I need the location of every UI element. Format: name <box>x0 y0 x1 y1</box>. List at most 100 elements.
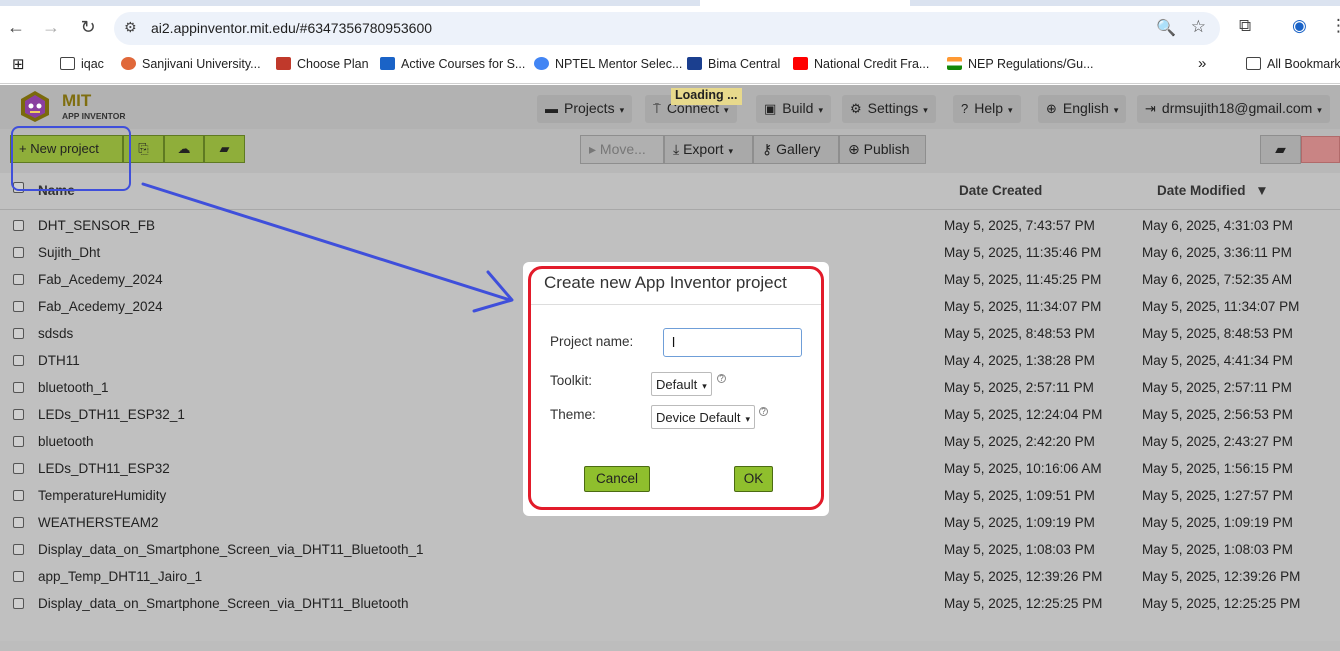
project-name[interactable]: WEATHERSTEAM2 <box>38 515 159 530</box>
date-created: May 5, 2025, 11:35:46 PM <box>944 245 1102 260</box>
m-logo-icon <box>276 57 291 70</box>
project-name[interactable]: Fab_Acedemy_2024 <box>38 299 163 314</box>
date-modified: May 5, 2025, 2:57:11 PM <box>1142 380 1292 395</box>
forward-arrow-icon[interactable]: → <box>38 14 64 40</box>
export-button[interactable]: ⤓ Export ▾ <box>664 135 753 164</box>
bookmark-nep[interactable]: NEP Regulations/Gu... <box>947 57 1094 71</box>
project-name[interactable]: TemperatureHumidity <box>38 488 166 503</box>
project-name[interactable]: Display_data_on_Smartphone_Screen_via_DH… <box>38 596 409 611</box>
date-modified: May 5, 2025, 1:08:03 PM <box>1142 542 1293 557</box>
ok-button[interactable]: OK <box>734 466 773 492</box>
projects-menu[interactable]: ▬ Projects ▾ <box>537 95 633 123</box>
settings-menu[interactable]: ⚙ Settings ▾ <box>842 95 936 123</box>
browser-toolbar: ← → ↻ ⚙ ai2.appinventor.mit.edu/#6347356… <box>0 0 1340 48</box>
globe-icon: ⊕ <box>848 141 864 157</box>
bookmark-star-icon[interactable]: ☆ <box>1191 17 1206 37</box>
date-modified: May 5, 2025, 4:41:34 PM <box>1142 353 1293 368</box>
table-row[interactable]: Display_data_on_Smartphone_Screen_via_DH… <box>0 591 1340 618</box>
header-date-created[interactable]: Date Created <box>959 183 1042 198</box>
bookmark-active-courses[interactable]: Active Courses for S... <box>380 57 525 71</box>
horizontal-scrollbar[interactable] <box>0 641 1340 651</box>
cancel-button[interactable]: Cancel <box>584 466 650 492</box>
extensions-icon[interactable]: ⧉ <box>1239 16 1251 36</box>
row-checkbox[interactable] <box>13 598 24 609</box>
row-checkbox[interactable] <box>13 247 24 258</box>
all-bookmarks[interactable]: All Bookmark <box>1246 57 1340 71</box>
zoom-icon[interactable]: 🔍 <box>1156 18 1176 38</box>
row-checkbox[interactable] <box>13 571 24 582</box>
language-menu[interactable]: ⊕ English ▾ <box>1038 95 1127 123</box>
apps-grid-icon[interactable]: ⊞ <box>12 55 25 73</box>
row-checkbox[interactable] <box>13 382 24 393</box>
bookmark-bima[interactable]: Bima Central <box>687 57 780 71</box>
project-name[interactable]: bluetooth <box>38 434 94 449</box>
projects-icon: ▬ <box>545 101 558 116</box>
browser-menu-icon[interactable]: ⋮ <box>1330 16 1340 36</box>
project-name-input[interactable]: l <box>663 328 802 357</box>
trash-folder-button[interactable]: ▰ <box>1260 135 1301 164</box>
date-created: May 4, 2025, 1:38:28 PM <box>944 353 1095 368</box>
bookmark-sanjivani[interactable]: Sanjivani University... <box>121 57 261 71</box>
back-arrow-icon[interactable]: ← <box>3 14 29 40</box>
more-bookmarks-chevron-icon[interactable]: » <box>1198 55 1206 72</box>
project-name[interactable]: Display_data_on_Smartphone_Screen_via_DH… <box>38 542 424 557</box>
table-row[interactable]: app_Temp_DHT11_Jairo_1 May 5, 2025, 12:39… <box>0 564 1340 591</box>
project-name[interactable]: Fab_Acedemy_2024 <box>38 272 163 287</box>
site-settings-icon[interactable]: ⚙ <box>124 19 137 36</box>
row-checkbox[interactable] <box>13 301 24 312</box>
project-name[interactable]: app_Temp_DHT11_Jairo_1 <box>38 569 202 584</box>
project-name[interactable]: sdsds <box>38 326 73 341</box>
move-button[interactable]: ▸ Move... <box>580 135 664 164</box>
help-menu[interactable]: ? Help ▾ <box>953 95 1021 123</box>
download-project-button[interactable]: ☁ <box>164 135 204 163</box>
row-checkbox[interactable] <box>13 355 24 366</box>
row-checkbox[interactable] <box>13 328 24 339</box>
india-flag-icon <box>947 57 962 70</box>
toolkit-select[interactable]: Default ▾ <box>651 372 712 396</box>
theme-help-icon[interactable]: ? <box>759 407 768 416</box>
url-text[interactable]: ai2.appinventor.mit.edu/#634735678095360… <box>151 20 432 36</box>
mit-app-inventor-logo[interactable]: MIT APP INVENTOR <box>16 89 126 123</box>
header-date-modified[interactable]: Date Modified ▼ <box>1157 183 1269 198</box>
row-checkbox[interactable] <box>13 463 24 474</box>
publish-button[interactable]: ⊕ Publish <box>839 135 926 164</box>
build-icon: ▣ <box>764 101 777 116</box>
row-checkbox[interactable] <box>13 544 24 555</box>
toolkit-help-icon[interactable]: ? <box>717 374 726 383</box>
row-checkbox[interactable] <box>13 274 24 285</box>
project-name[interactable]: Sujith_Dht <box>38 245 100 260</box>
tab-strip <box>0 0 1340 6</box>
trash-folder-icon: ▰ <box>1275 141 1286 157</box>
delete-button[interactable] <box>1301 136 1340 163</box>
row-checkbox[interactable] <box>13 490 24 501</box>
bookmark-nptel[interactable]: NPTEL Mentor Selec... <box>534 57 682 71</box>
project-name[interactable]: DHT_SENSOR_FB <box>38 218 155 233</box>
row-checkbox[interactable] <box>13 436 24 447</box>
account-menu[interactable]: ⇥ drmsujith18@gmail.com ▾ <box>1137 95 1330 123</box>
date-created: May 5, 2025, 1:09:19 PM <box>944 515 1095 530</box>
logo-subtitle: APP INVENTOR <box>62 111 126 121</box>
build-menu[interactable]: ▣ Build ▾ <box>756 95 831 123</box>
bookmark-choose-plan[interactable]: Choose Plan <box>276 57 369 71</box>
project-name[interactable]: bluetooth_1 <box>38 380 109 395</box>
row-checkbox[interactable] <box>13 220 24 231</box>
address-bar[interactable]: ⚙ ai2.appinventor.mit.edu/#6347356780953… <box>114 12 1220 45</box>
row-checkbox[interactable] <box>13 517 24 528</box>
bookmark-national-credit[interactable]: National Credit Fra... <box>793 57 929 71</box>
date-modified: May 6, 2025, 3:36:11 PM <box>1142 245 1292 260</box>
date-modified: May 6, 2025, 7:52:35 AM <box>1142 272 1293 287</box>
profile-icon[interactable]: ◉ <box>1292 16 1307 36</box>
gallery-button[interactable]: ⚷ Gallery <box>753 135 839 164</box>
key-icon: ⚷ <box>762 141 777 157</box>
reload-icon[interactable]: ↻ <box>75 14 101 40</box>
dialog-title: Create new App Inventor project <box>544 273 787 292</box>
project-name[interactable]: LEDs_DTH11_ESP32_1 <box>38 407 185 422</box>
theme-select[interactable]: Device Default ▾ <box>651 405 756 429</box>
project-name[interactable]: DTH11 <box>38 353 80 368</box>
project-name[interactable]: LEDs_DTH11_ESP32 <box>38 461 170 476</box>
table-row[interactable]: DHT_SENSOR_FB May 5, 2025, 7:43:57 PM May … <box>0 213 1340 240</box>
bookmark-iqac[interactable]: iqac <box>60 57 104 71</box>
table-row[interactable]: Display_data_on_Smartphone_Screen_via_DH… <box>0 537 1340 564</box>
row-checkbox[interactable] <box>13 409 24 420</box>
new-folder-button[interactable]: ▰ <box>204 135 245 163</box>
